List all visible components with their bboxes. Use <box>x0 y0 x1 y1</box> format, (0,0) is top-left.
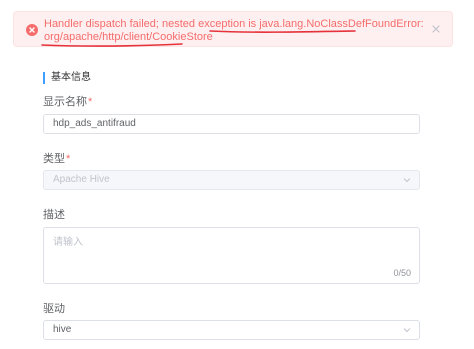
description-textarea[interactable]: 请输入 0/50 <box>43 227 420 284</box>
display-name-input[interactable]: hdp_ads_antifraud <box>43 114 420 134</box>
section-title: 基本信息 <box>43 72 91 84</box>
required-mark: * <box>88 96 93 108</box>
driver-select-value: hive <box>53 324 72 335</box>
error-circle-icon <box>26 24 38 36</box>
description-label: 描述 <box>43 209 65 221</box>
description-placeholder: 请输入 <box>53 237 83 248</box>
error-message-line-1: Handler dispatch failed; nested exceptio… <box>44 18 424 30</box>
error-message: Handler dispatch failed; nested exceptio… <box>44 18 424 44</box>
error-message-line-2: org/apache/http/client/CookieStore <box>44 31 213 43</box>
close-icon[interactable] <box>430 23 442 35</box>
chevron-down-icon <box>403 177 411 183</box>
error-alert: Handler dispatch failed; nested exceptio… <box>13 11 453 47</box>
display-name-label-text: 显示名称 <box>43 96 87 108</box>
type-label-text: 类型 <box>43 153 65 165</box>
type-label: 类型* <box>43 153 70 166</box>
chevron-down-icon <box>403 327 411 333</box>
required-mark: * <box>66 153 71 165</box>
driver-label: 驱动 <box>43 303 65 315</box>
type-select[interactable]: Apache Hive <box>43 170 420 190</box>
display-name-label: 显示名称* <box>43 96 92 109</box>
char-counter: 0/50 <box>393 268 411 278</box>
driver-select[interactable]: hive <box>43 320 420 340</box>
page: Handler dispatch failed; nested exceptio… <box>0 0 474 349</box>
type-select-value: Apache Hive <box>53 174 110 185</box>
